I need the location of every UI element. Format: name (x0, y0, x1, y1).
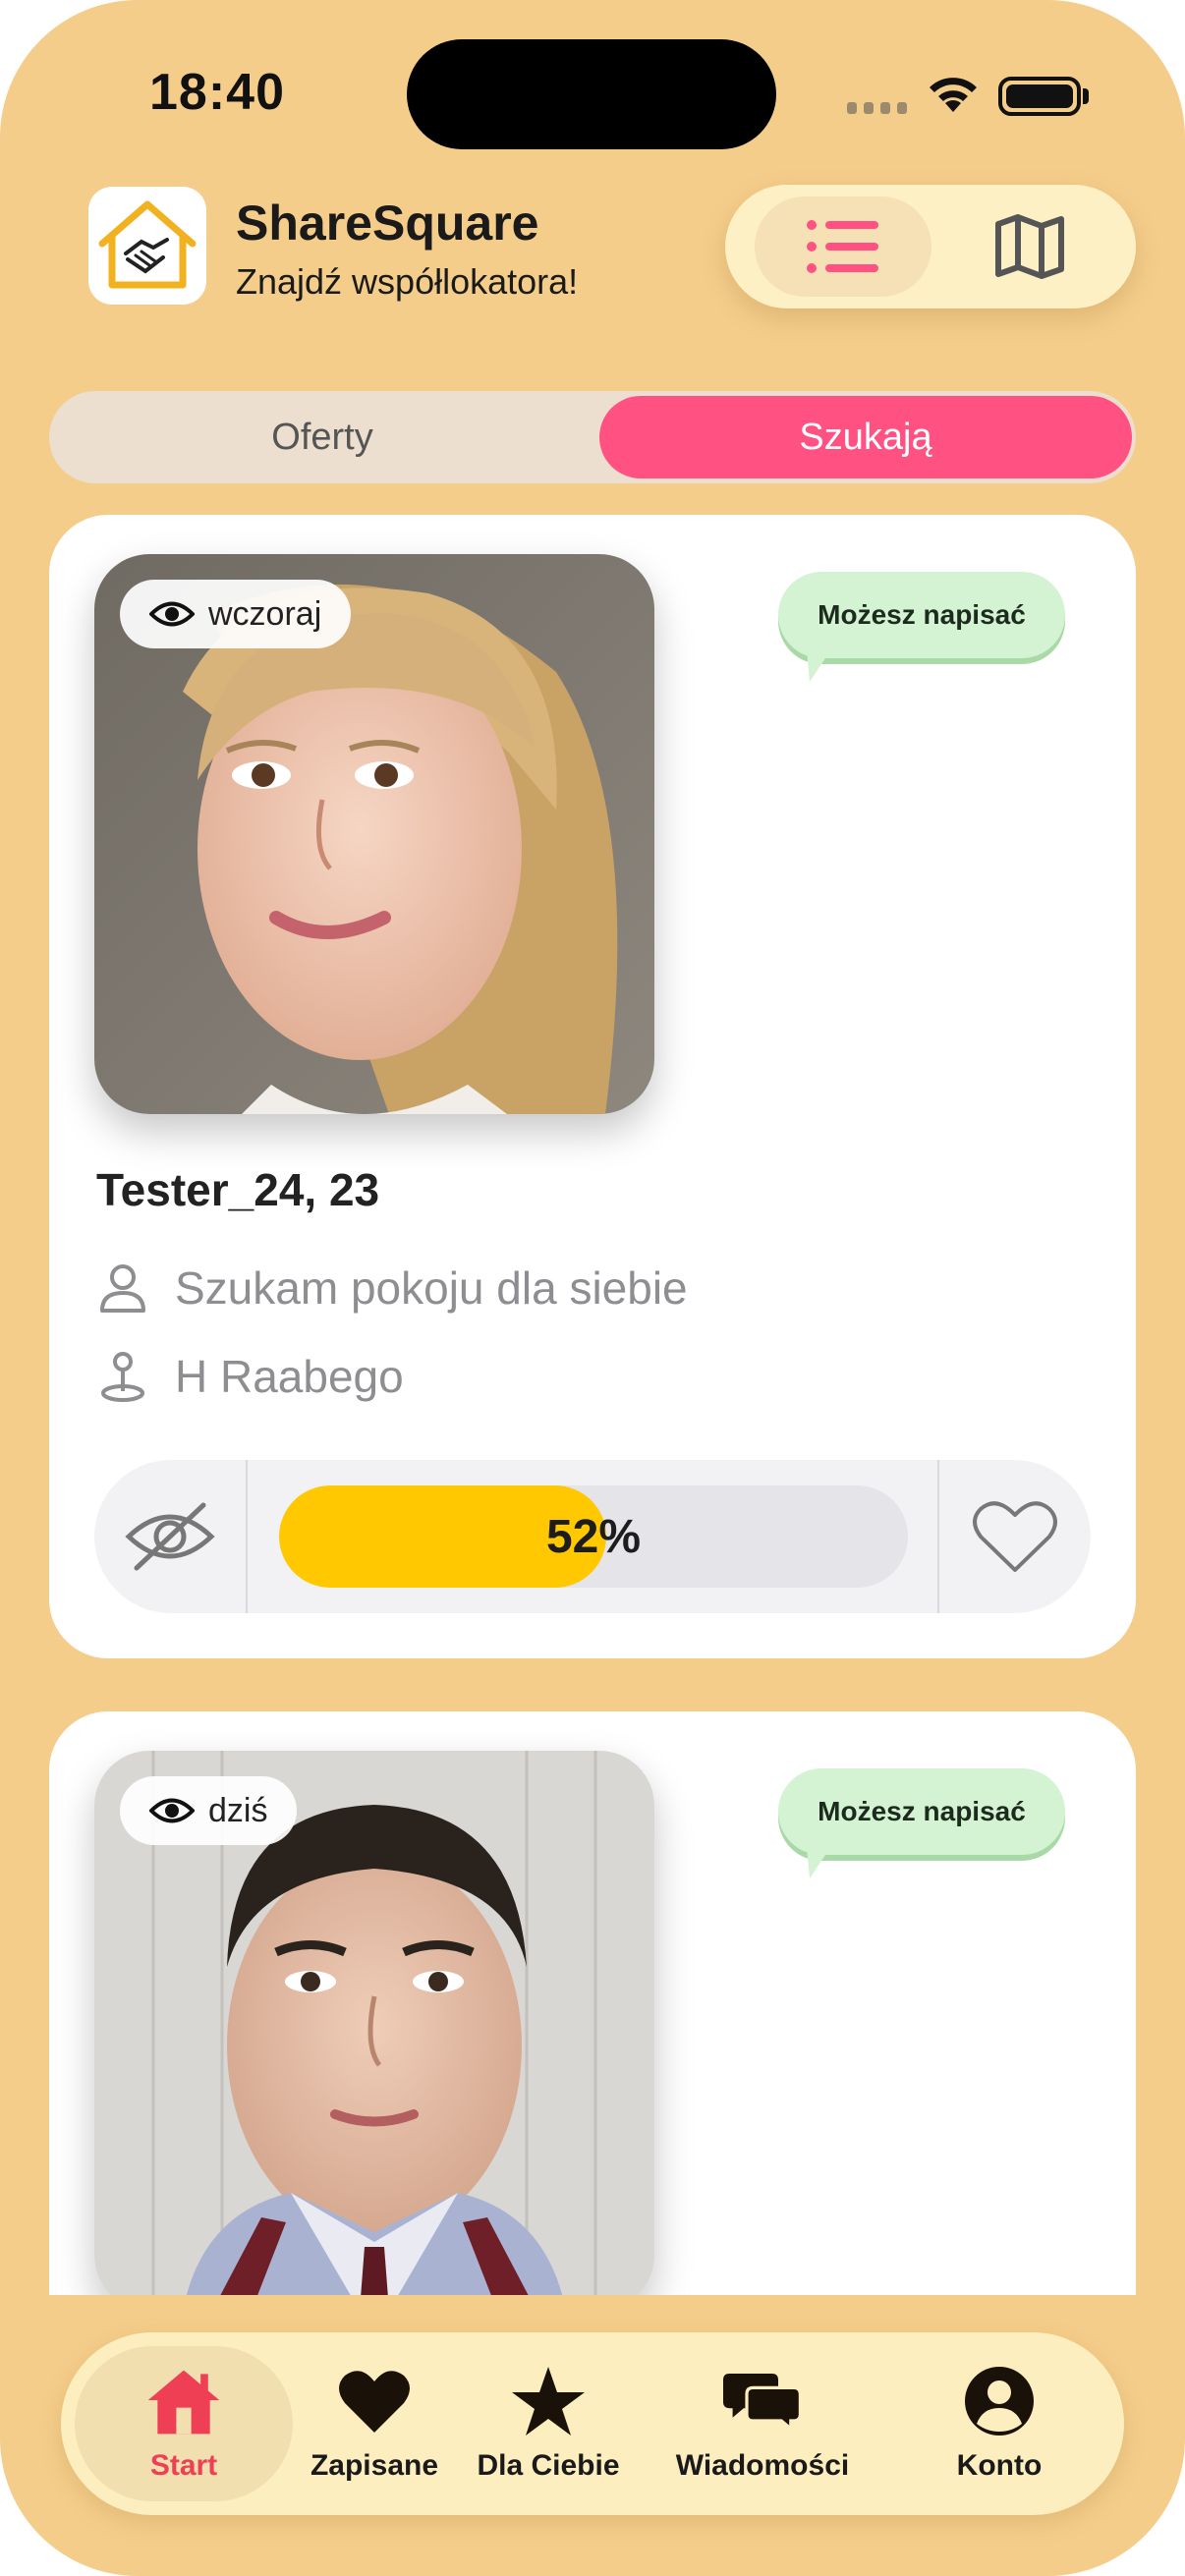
heart-outline-icon (973, 1501, 1057, 1572)
hide-listing-button[interactable] (94, 1460, 248, 1613)
tab-saved-label: Zapisane (310, 2449, 439, 2482)
dynamic-island (407, 39, 776, 149)
last-seen-badge: wczoraj (120, 580, 352, 648)
wifi-icon (930, 78, 977, 112)
save-favorite-button[interactable] (937, 1460, 1091, 1613)
eye-slash-icon (125, 1502, 215, 1571)
last-seen-badge: dziś (120, 1776, 298, 1845)
tab-messages[interactable]: Wiadomości (641, 2332, 884, 2515)
battery-icon (998, 77, 1081, 116)
bottom-tab-bar: Start Zapisane Dla Ciebie Wiadomości Kon… (61, 2332, 1124, 2515)
cellular-signal-icon (847, 102, 908, 114)
view-mode-toggle (725, 185, 1136, 308)
map-view-button[interactable] (951, 196, 1108, 297)
phone-screen: 18:40 ShareSquare Znajdź współlokatora! (0, 0, 1185, 2576)
last-seen-text: wczoraj (208, 594, 322, 633)
app-logo (88, 187, 206, 305)
tab-for-you-label: Dla Ciebie (477, 2449, 620, 2482)
tab-saved[interactable]: Zapisane (293, 2332, 456, 2515)
list-icon (807, 220, 878, 273)
looking-for-text: Szukam pokoju dla siebie (175, 1262, 688, 1314)
house-handshake-icon (98, 200, 197, 289)
match-percentage: 52% (545, 1510, 642, 1563)
tab-account-label: Konto (956, 2449, 1043, 2482)
chat-bubbles-icon (723, 2374, 802, 2433)
account-icon (965, 2367, 1034, 2436)
map-icon (995, 214, 1064, 279)
listing-card[interactable]: dziś Możesz napisać (49, 1711, 1136, 2295)
tab-account[interactable]: Konto (896, 2332, 1102, 2515)
tab-seeking[interactable]: Szukają (599, 396, 1132, 478)
status-time: 18:40 (149, 64, 285, 121)
eye-icon (149, 1798, 195, 1823)
profile-photo[interactable]: wczoraj (94, 554, 654, 1114)
tab-for-you[interactable]: Dla Ciebie (466, 2332, 631, 2515)
list-view-button[interactable] (755, 196, 931, 297)
location-pin-icon (101, 1352, 144, 1402)
speech-bubble-tail (806, 1837, 837, 1878)
tab-offers[interactable]: Oferty (49, 391, 595, 483)
app-title: ShareSquare (236, 196, 539, 251)
profile-name-age: Tester_24, 23 (96, 1164, 380, 1215)
battery-cap (1083, 88, 1089, 104)
eye-icon (149, 601, 195, 627)
listing-card[interactable]: wczoraj Możesz napisać Tester_24, 23 Szu… (49, 515, 1136, 1658)
profile-photo[interactable]: dziś (94, 1751, 654, 2295)
person-icon (100, 1264, 145, 1313)
location-row: H Raabego (96, 1350, 404, 1403)
star-icon (512, 2367, 585, 2436)
card-action-bar: 52% (94, 1460, 1091, 1613)
tab-start-label: Start (149, 2449, 218, 2482)
location-text: H Raabego (175, 1351, 404, 1402)
listing-feed[interactable]: wczoraj Możesz napisać Tester_24, 23 Szu… (49, 515, 1136, 2295)
app-tagline: Znajdź współlokatora! (236, 261, 579, 302)
speech-bubble-tail (806, 641, 837, 682)
match-progress-bar: 52% (279, 1485, 908, 1588)
listing-type-segmented-control: Oferty Szukają (49, 391, 1136, 483)
heart-icon (339, 2371, 410, 2433)
tab-messages-label: Wiadomości (675, 2449, 850, 2482)
tab-start[interactable]: Start (75, 2346, 293, 2501)
last-seen-text: dziś (208, 1791, 268, 1829)
home-icon (147, 2370, 220, 2435)
looking-for-row: Szukam pokoju dla siebie (96, 1261, 688, 1315)
